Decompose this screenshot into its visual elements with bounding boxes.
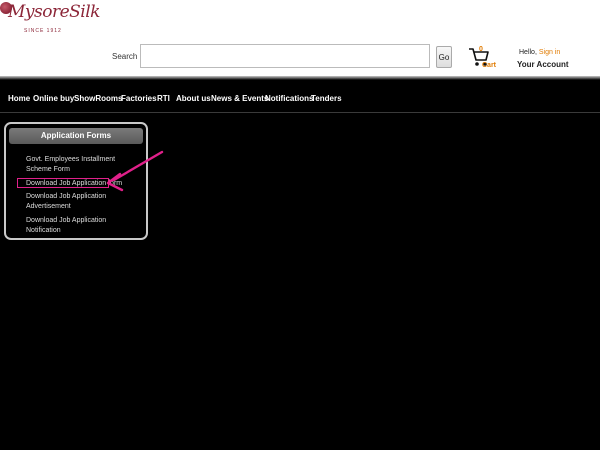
greeting-text: Hello, [519, 49, 537, 56]
nav-item-tenders[interactable]: Tenders [311, 94, 342, 103]
your-account-link[interactable]: Your Account [517, 60, 569, 69]
main-nav: Home Online buy ShowRooms Factories RTI … [0, 88, 600, 110]
logo-wordmark: MysoreSilk [8, 2, 100, 22]
nav-item-factories[interactable]: Factories [121, 94, 157, 103]
sign-in-link[interactable]: Sign in [539, 49, 560, 56]
annotation-arrow-icon [106, 150, 164, 192]
cart-count-badge: 0 [479, 46, 483, 53]
header-divider [0, 76, 600, 80]
nav-item-home[interactable]: Home [8, 94, 30, 103]
logo-tagline: SINCE 1912 [24, 28, 62, 34]
search-go-button[interactable]: Go [436, 46, 452, 68]
nav-divider [0, 112, 600, 113]
panel-title: Application Forms [9, 128, 143, 144]
greeting: Hello, Sign in [519, 49, 560, 56]
annotation-highlight-box [17, 178, 109, 188]
nav-item-online-buy[interactable]: Online buy [33, 94, 74, 103]
search-input[interactable] [140, 44, 430, 68]
search-label: Search [112, 52, 138, 61]
nav-item-news-events[interactable]: News & Events [211, 94, 268, 103]
cart-button[interactable]: 0 Cart [468, 46, 498, 72]
brand-logo[interactable]: MysoreSilk SINCE 1912 [0, 0, 100, 40]
nav-item-showrooms[interactable]: ShowRooms [74, 94, 122, 103]
nav-item-rti[interactable]: RTI [157, 94, 170, 103]
link-download-job-notification[interactable]: Download Job Application Notification [26, 216, 138, 236]
site-header: MysoreSilk SINCE 1912 Search Go 0 Cart H… [0, 0, 600, 76]
nav-item-about-us[interactable]: About us [176, 94, 211, 103]
nav-item-notifications[interactable]: Notifications [265, 94, 313, 103]
cart-label: Cart [482, 62, 497, 69]
